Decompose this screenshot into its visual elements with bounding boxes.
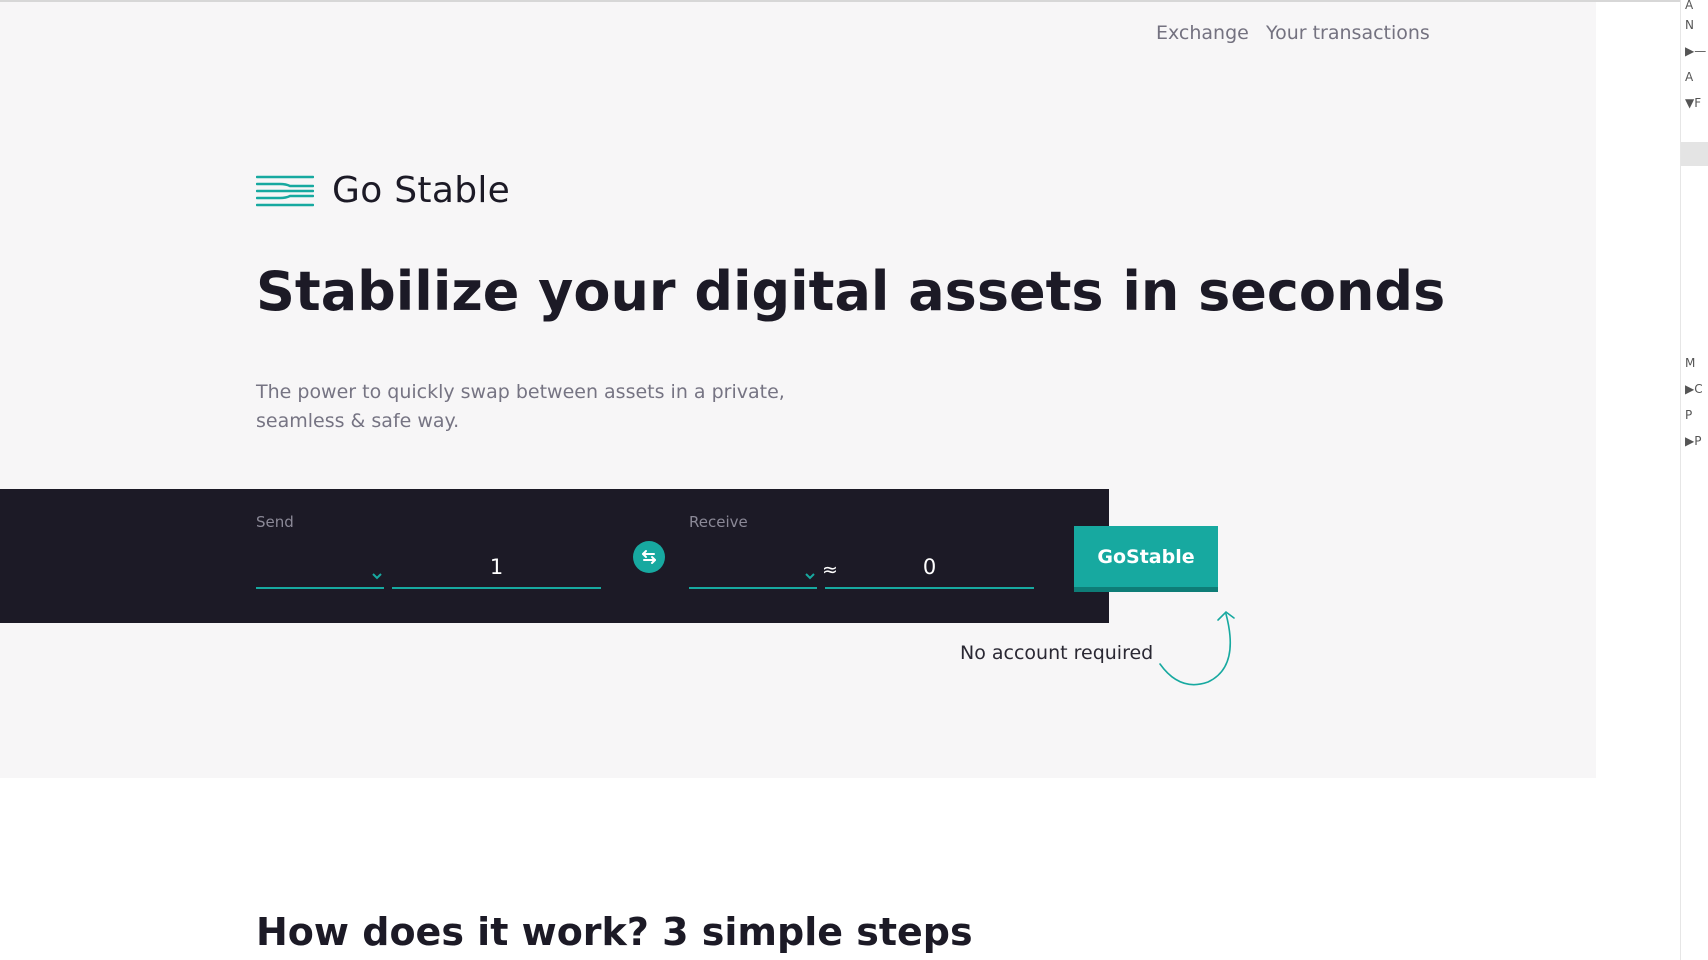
swap-form: Send Receive ≈ [0,489,1109,623]
receive-label: Receive [689,513,748,531]
how-it-works-heading: How does it work? 3 simple steps [256,910,973,954]
devtools-selected-row [1681,142,1708,166]
chevron-down-icon [372,573,382,580]
logo-lines-icon [256,175,314,206]
brand-logo[interactable]: Go Stable [256,170,510,211]
subtitle-line-1: The power to quickly swap between assets… [256,381,785,403]
devtools-row[interactable]: P [1685,408,1692,422]
receive-amount-input[interactable] [825,549,1034,585]
nav-exchange-link[interactable]: Exchange [1156,22,1249,44]
send-label: Send [256,513,294,531]
brand-name: Go Stable [332,170,511,211]
receive-currency-select[interactable] [689,549,817,589]
how-title-rest: 3 simple steps [662,910,973,954]
swap-arrows-icon [642,550,656,564]
devtools-row[interactable]: ▶C [1685,382,1703,396]
send-currency-select[interactable] [256,549,384,589]
how-title-bold: How does it work? [256,910,649,954]
devtools-panel: A N ▶— A ▼F M ▶C P ▶P [1680,0,1708,960]
send-amount-field[interactable] [392,549,601,589]
devtools-row[interactable]: A [1685,0,1693,12]
devtools-row[interactable]: N [1685,18,1694,32]
hero-subtitle: The power to quickly swap between assets… [256,378,796,436]
hero-section: Exchange Your transactions Go Stable Sta… [0,2,1596,778]
subtitle-line-2: seamless & safe way. [256,410,460,432]
chevron-down-icon [805,573,815,580]
swap-direction-button[interactable] [633,541,665,573]
devtools-row[interactable]: A [1685,70,1693,84]
gostable-submit-button[interactable]: GoStable [1074,526,1218,592]
browser-viewport: Exchange Your transactions Go Stable Sta… [0,0,1708,960]
devtools-row[interactable]: ▶— [1685,44,1706,58]
curved-arrow-icon [1159,610,1235,686]
send-amount-input[interactable] [392,549,601,585]
devtools-row[interactable]: ▼F [1685,96,1701,110]
devtools-row[interactable]: ▶P [1685,434,1701,448]
nav-transactions-link[interactable]: Your transactions [1266,22,1430,44]
page-headline: Stabilize your digital assets in seconds [256,260,1446,323]
devtools-row[interactable]: M [1685,356,1695,370]
receive-amount-field[interactable] [825,549,1034,589]
no-account-note: No account required [960,642,1154,664]
